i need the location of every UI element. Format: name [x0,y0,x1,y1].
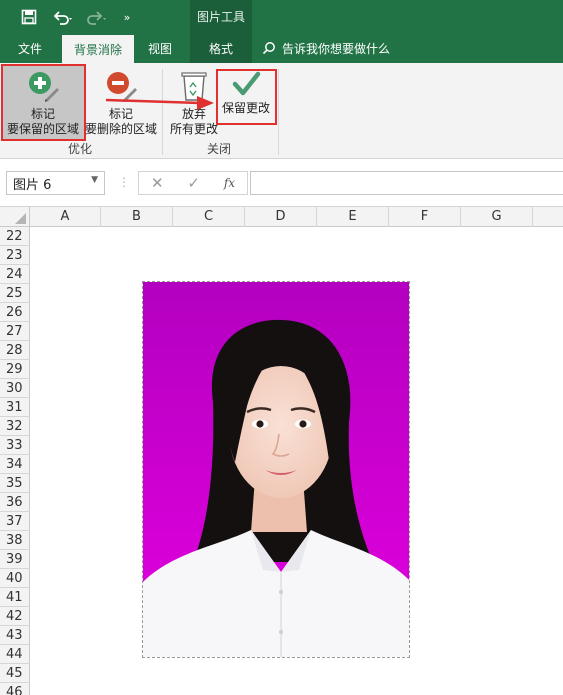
tell-me-box[interactable]: 告诉我你想要做什么 [262,33,390,63]
row-header[interactable]: 27 [0,322,30,341]
column-header-g[interactable]: G [461,207,533,227]
tab-format[interactable]: 格式 [190,33,252,63]
save-icon[interactable] [18,6,40,28]
row-header[interactable]: 24 [0,265,30,284]
name-box-value: 图片 6 [13,177,52,193]
column-header-a[interactable]: A [30,207,101,227]
row-header[interactable]: 23 [0,246,30,265]
redo-icon[interactable] [84,6,110,28]
row-header[interactable]: 38 [0,531,30,550]
row-header[interactable]: 44 [0,645,30,664]
row-header[interactable]: 31 [0,398,30,417]
formula-buttons: ✕ ✓ fx [138,171,248,195]
row-header[interactable]: 26 [0,303,30,322]
tab-bar: 文件 背景消除 视图 格式 告诉我你想要做什么 [0,33,563,63]
vertical-dots-icon: ⋮ [118,175,130,189]
row-header[interactable]: 29 [0,360,30,379]
row-header[interactable]: 34 [0,455,30,474]
highlight-box-keep [1,64,86,141]
row-header[interactable]: 41 [0,588,30,607]
row-header[interactable]: 35 [0,474,30,493]
row-header[interactable]: 28 [0,341,30,360]
cancel-icon[interactable]: ✕ [151,174,164,192]
group-label-refine: 优化 [68,142,93,156]
column-headers: A B C D E F G [0,207,563,227]
lightbulb-search-icon [262,42,275,55]
mark-remove-line2: 要删除的区域 [84,122,157,136]
tell-me-text: 告诉我你想要做什么 [282,41,391,56]
tab-view[interactable]: 视图 [140,33,180,63]
row-header[interactable]: 36 [0,493,30,512]
confirm-icon[interactable]: ✓ [187,174,200,192]
insert-function-icon[interactable]: fx [224,176,235,190]
ribbon: 标记 要保留的区域 标记 要删除的区域 放弃 所有更改 保留更改 优化 关闭 [0,63,563,159]
name-box[interactable]: 图片 6 ▼ [6,171,105,195]
dropdown-arrow-icon[interactable]: ▼ [91,175,98,185]
discard-line2: 所有更改 [169,122,218,136]
row-header[interactable]: 42 [0,607,30,626]
row-header[interactable]: 30 [0,379,30,398]
column-header-c[interactable]: C [173,207,245,227]
column-header-e[interactable]: E [317,207,389,227]
group-separator-end [278,69,279,155]
red-arrow-annotation [105,96,214,110]
row-header[interactable]: 45 [0,664,30,683]
row-header[interactable]: 37 [0,512,30,531]
undo-icon[interactable] [50,6,76,28]
row-header[interactable]: 43 [0,626,30,645]
highlight-box-keep-changes [216,69,277,125]
tab-background-removal[interactable]: 背景消除 [62,35,134,63]
portrait-photo[interactable] [142,281,410,658]
row-header[interactable]: 32 [0,417,30,436]
row-header[interactable]: 25 [0,284,30,303]
title-bar: » 图片工具 [0,0,563,33]
more-icon[interactable]: » [120,6,134,28]
formula-bar: 图片 6 ▼ ⋮ ✕ ✓ fx [0,159,563,207]
row-header[interactable]: 39 [0,550,30,569]
formula-input[interactable] [250,171,563,195]
column-header-d[interactable]: D [245,207,317,227]
group-label-close: 关闭 [207,142,232,156]
row-header[interactable]: 22 [0,227,30,246]
column-header-f[interactable]: F [389,207,461,227]
row-header[interactable]: 46 [0,683,30,695]
select-all-corner[interactable] [0,207,30,227]
row-header[interactable]: 33 [0,436,30,455]
column-header-b[interactable]: B [101,207,173,227]
row-header[interactable]: 40 [0,569,30,588]
row-headers: 22 23 24 25 26 27 28 29 30 31 32 33 34 3… [0,227,30,695]
context-tab-group: 图片工具 [190,0,252,33]
portrait-image [143,282,409,657]
tab-file[interactable]: 文件 [8,33,52,63]
